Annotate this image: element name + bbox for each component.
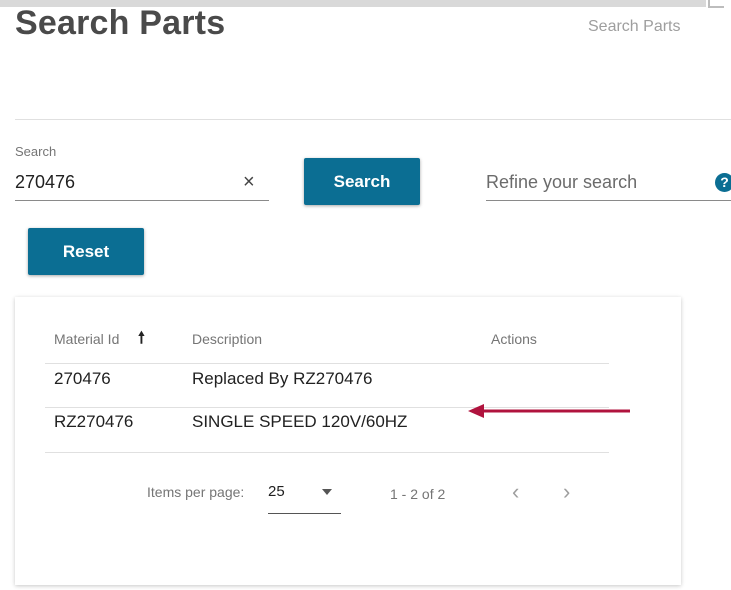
reset-button[interactable]: Reset	[28, 228, 144, 275]
results-card: Material Id 🠕 Description Actions 270476…	[15, 297, 681, 585]
chevron-left-icon[interactable]: ‹	[512, 479, 519, 505]
row-divider	[45, 452, 609, 453]
items-per-page-select[interactable]: 25	[268, 479, 341, 514]
refine-search-input[interactable]: Refine your search ?	[486, 164, 731, 201]
close-icon[interactable]: ×	[243, 172, 255, 192]
column-header-actions: Actions	[491, 331, 537, 347]
search-button[interactable]: Search	[304, 158, 420, 205]
table-row-description: Replaced By RZ270476	[192, 369, 373, 388]
divider	[15, 119, 731, 120]
table-row-description: SINGLE SPEED 120V/60HZ	[192, 412, 408, 431]
header-divider	[45, 363, 609, 364]
help-icon[interactable]: ?	[715, 173, 731, 192]
page-title: Search Parts	[15, 4, 226, 42]
search-label: Search	[15, 144, 57, 159]
items-per-page-value[interactable]: 25	[268, 483, 285, 500]
table-row-material-id[interactable]: RZ270476	[54, 412, 133, 432]
items-per-page-label: Items per page:	[147, 484, 245, 500]
window-corner	[708, 0, 724, 8]
column-header-material-id[interactable]: Material Id	[54, 331, 119, 347]
sort-up-icon[interactable]: 🠕	[138, 327, 145, 354]
annotation-arrow-head	[468, 404, 484, 418]
pagination-range: 1 - 2 of 2	[390, 486, 446, 502]
table-row-material-id[interactable]: 270476	[54, 369, 111, 389]
column-header-description[interactable]: Description	[192, 331, 262, 347]
chevron-down-icon[interactable]	[322, 489, 332, 495]
refine-search-placeholder[interactable]: Refine your search	[486, 172, 637, 193]
chevron-right-icon[interactable]: ›	[563, 479, 570, 505]
search-input[interactable]: 270476 ×	[15, 164, 269, 201]
breadcrumb[interactable]: Search Parts	[588, 18, 680, 36]
search-input-value[interactable]: 270476	[15, 172, 75, 193]
annotation-arrow	[468, 404, 630, 418]
